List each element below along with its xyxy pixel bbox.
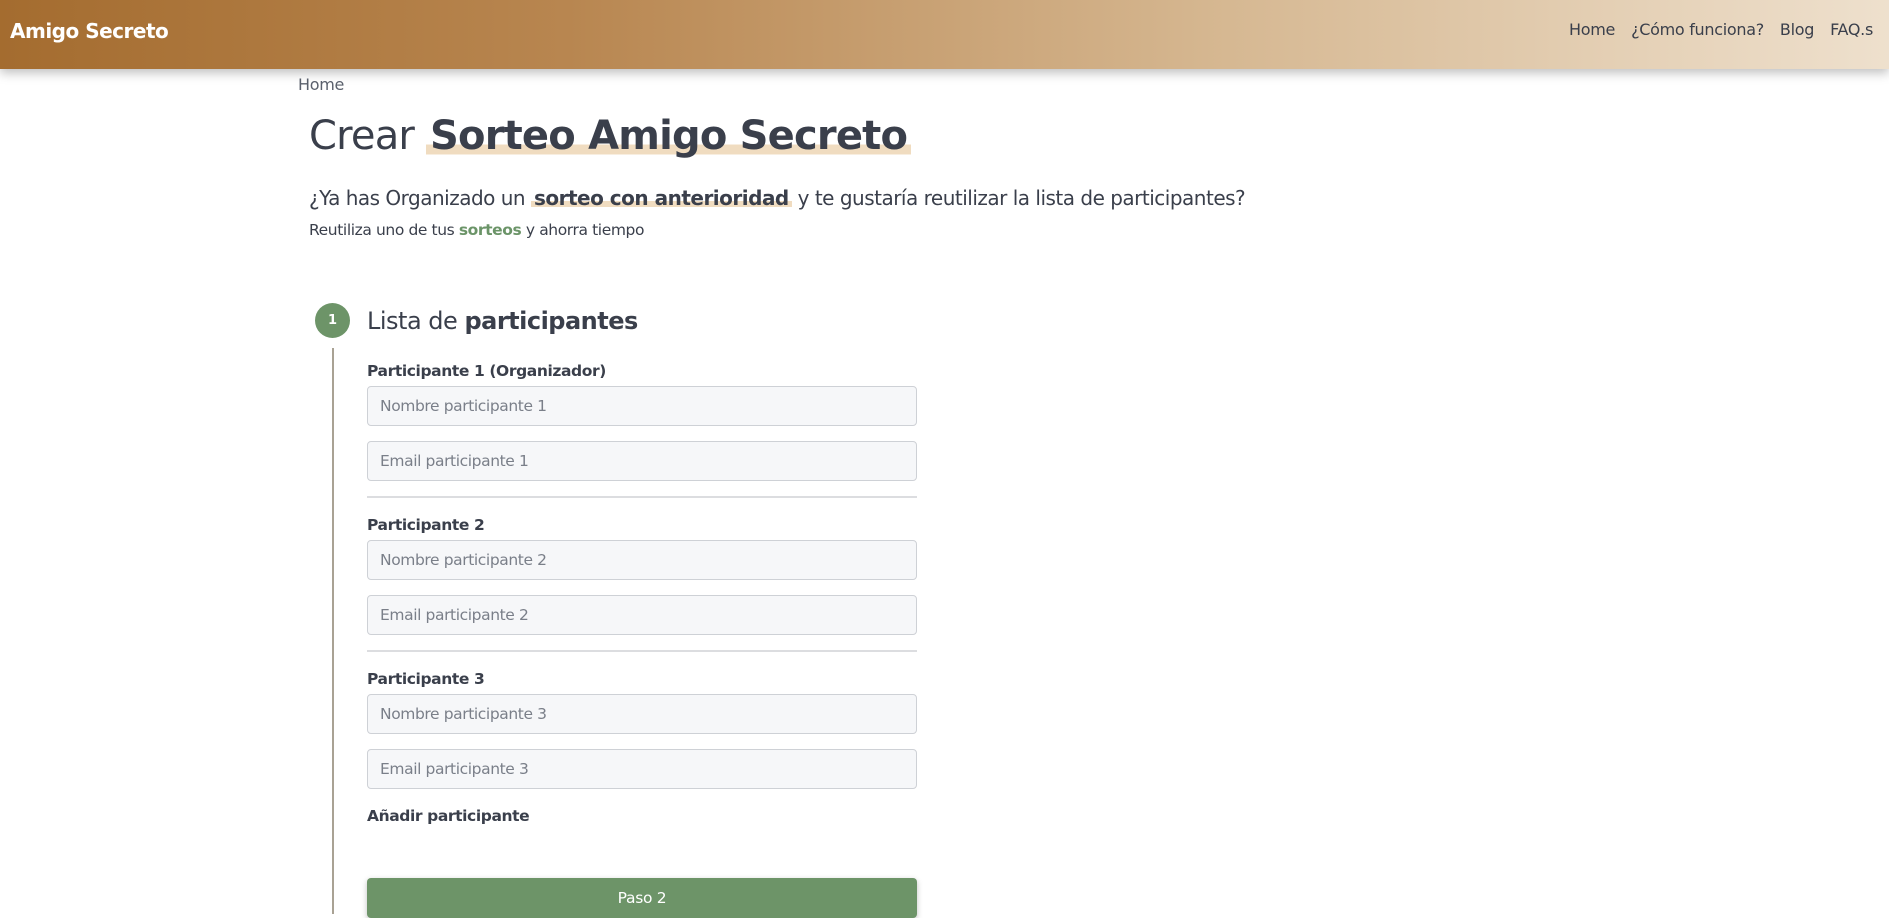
participant-2-name-input[interactable] bbox=[367, 540, 917, 580]
participant-3-name-input[interactable] bbox=[367, 694, 917, 734]
participant-2-label: Participante 2 bbox=[367, 516, 485, 534]
intro-sub-before: Reutiliza uno de tus bbox=[309, 221, 455, 239]
participant-1-name-input[interactable] bbox=[367, 386, 917, 426]
step-title: Lista de participantes bbox=[367, 307, 638, 335]
participant-divider bbox=[367, 496, 917, 498]
page-title: Crear Sorteo Amigo Secreto bbox=[309, 113, 912, 159]
step-title-prefix: Lista de bbox=[367, 307, 458, 335]
participant-1-label: Participante 1 (Organizador) bbox=[367, 362, 606, 380]
sorteos-link[interactable]: sorteos bbox=[459, 221, 522, 239]
intro-lead-after: y te gustaría reutilizar la lista de par… bbox=[797, 186, 1246, 210]
intro-lead-before: ¿Ya has Organizado un bbox=[309, 186, 526, 210]
nav-link-home[interactable]: Home bbox=[1569, 20, 1615, 39]
next-step-button[interactable]: Paso 2 bbox=[367, 878, 917, 918]
intro-sub-after: y ahorra tiempo bbox=[525, 221, 645, 239]
participant-3-label: Participante 3 bbox=[367, 670, 485, 688]
breadcrumb-home[interactable]: Home bbox=[298, 75, 344, 94]
page-title-highlight: Sorteo Amigo Secreto bbox=[426, 113, 912, 159]
nav-link-blog[interactable]: Blog bbox=[1780, 20, 1814, 39]
participant-1-email-input[interactable] bbox=[367, 441, 917, 481]
nav-link-faqs[interactable]: FAQ.s bbox=[1830, 20, 1873, 39]
add-participant-link[interactable]: Añadir participante bbox=[367, 807, 530, 825]
nav-links: Home ¿Cómo funciona? Blog FAQ.s bbox=[1569, 20, 1873, 39]
step-number-badge: 1 bbox=[315, 303, 350, 338]
step-title-bold: participantes bbox=[464, 307, 638, 335]
intro-lead-highlight: sorteo con anterioridad bbox=[530, 186, 792, 210]
participant-divider bbox=[367, 650, 917, 652]
brand-logo[interactable]: Amigo Secreto bbox=[10, 19, 169, 43]
participant-3-email-input[interactable] bbox=[367, 749, 917, 789]
participant-2-email-input[interactable] bbox=[367, 595, 917, 635]
step-connector-line bbox=[332, 348, 334, 914]
intro-sub: Reutiliza uno de tus sorteos y ahorra ti… bbox=[309, 221, 644, 239]
top-navbar: Amigo Secreto Home ¿Cómo funciona? Blog … bbox=[0, 0, 1889, 69]
page-title-prefix: Crear bbox=[309, 113, 415, 159]
intro-lead: ¿Ya has Organizado un sorteo con anterio… bbox=[309, 186, 1246, 210]
nav-link-como-funciona[interactable]: ¿Cómo funciona? bbox=[1631, 20, 1764, 39]
